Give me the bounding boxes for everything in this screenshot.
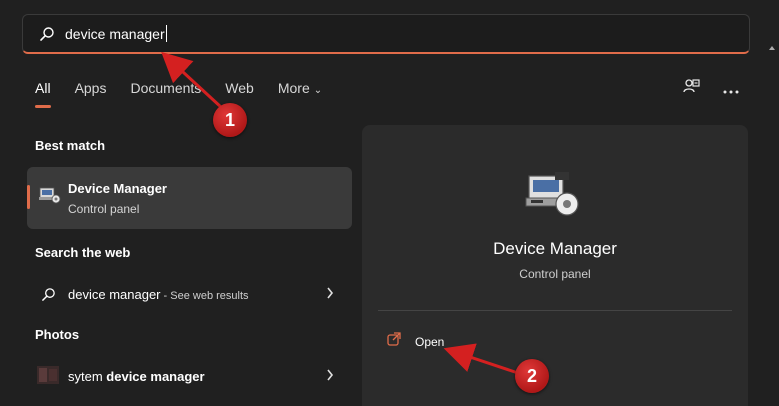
scrollbar-up-icon[interactable] xyxy=(769,38,775,52)
detail-pane: Device Manager Control panel Open xyxy=(362,125,748,406)
tab-all-label: All xyxy=(35,80,51,96)
best-match-subtitle: Control panel xyxy=(68,202,140,216)
account-switch-icon[interactable] xyxy=(683,78,701,99)
text-caret xyxy=(165,25,167,42)
web-result-text: device manager - See web results xyxy=(68,287,249,302)
open-label: Open xyxy=(415,334,445,349)
search-query: device manager xyxy=(65,25,165,42)
photo-thumbnail-icon xyxy=(37,366,59,389)
device-manager-icon xyxy=(39,185,61,210)
open-external-icon xyxy=(387,332,401,351)
chevron-right-icon[interactable] xyxy=(326,368,334,384)
best-match-title: Device Manager xyxy=(68,181,167,196)
tab-documents[interactable]: Documents xyxy=(130,80,201,102)
search-web-heading: Search the web xyxy=(35,245,131,260)
search-window: device manager All Apps Documents Web Mo… xyxy=(0,0,779,406)
device-manager-icon xyxy=(525,170,581,223)
step-2-badge: 2 xyxy=(515,359,549,393)
photo-result-text: sytem device manager xyxy=(68,369,205,384)
photos-heading: Photos xyxy=(35,327,80,342)
web-result-query: device manager xyxy=(68,286,161,302)
best-match-result[interactable]: Device Manager Control panel xyxy=(27,167,352,229)
best-match-heading: Best match xyxy=(35,138,106,153)
chevron-right-icon[interactable] xyxy=(326,286,334,302)
photo-result-bold: device manager xyxy=(106,368,205,384)
open-button[interactable]: Open xyxy=(387,332,444,351)
detail-divider xyxy=(378,310,732,311)
more-options-icon[interactable] xyxy=(723,81,739,97)
chevron-down-icon: ⌄ xyxy=(313,85,323,96)
photo-result[interactable]: sytem device manager xyxy=(27,358,352,394)
detail-title: Device Manager xyxy=(493,239,617,258)
search-icon xyxy=(41,287,56,307)
search-icon xyxy=(39,26,55,42)
tab-apps[interactable]: Apps xyxy=(75,80,107,102)
web-result-suffix: - See web results xyxy=(160,289,249,302)
step-1-badge: 1 xyxy=(213,103,247,137)
tab-web-label: Web xyxy=(225,80,254,96)
tab-web[interactable]: Web xyxy=(225,80,254,102)
tab-more-label: More xyxy=(277,80,310,96)
detail-subtitle: Control panel xyxy=(519,267,591,281)
tab-apps-label: Apps xyxy=(74,80,107,96)
tab-more[interactable]: More ⌄ xyxy=(278,80,322,102)
photo-result-prefix: sytem xyxy=(68,368,107,384)
top-right-actions xyxy=(683,78,739,99)
search-input[interactable]: device manager xyxy=(22,14,750,54)
tab-documents-label: Documents xyxy=(130,80,202,96)
web-search-result[interactable]: device manager - See web results xyxy=(27,276,352,312)
tab-all[interactable]: All xyxy=(35,80,51,108)
filter-tabs: All Apps Documents Web More ⌄ xyxy=(35,80,346,108)
